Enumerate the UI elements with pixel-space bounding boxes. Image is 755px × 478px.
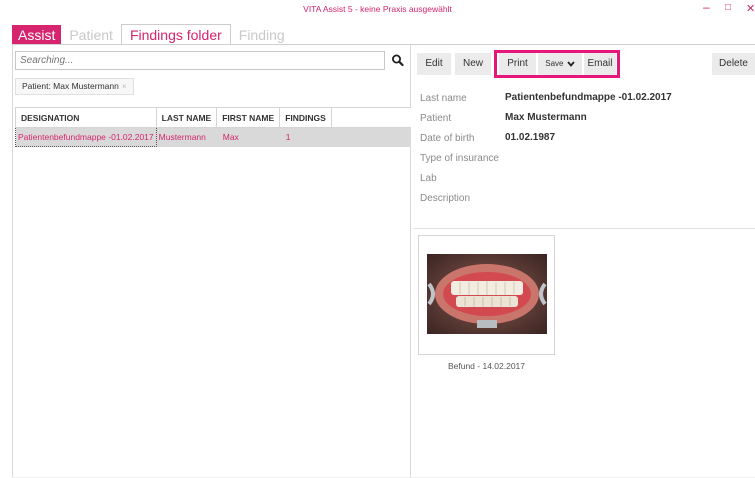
delete-button[interactable]: Delete <box>712 53 755 75</box>
main-tabs: Assist Patient Findings folder Finding <box>12 24 293 45</box>
cell-first-name: Max <box>216 127 280 147</box>
column-header-findings[interactable]: FINDINGS <box>279 107 333 128</box>
dental-photo-image <box>427 254 547 334</box>
column-header-empty <box>331 107 411 128</box>
tab-findings-folder[interactable]: Findings folder <box>120 24 231 45</box>
label-last-name: Last name <box>420 93 467 104</box>
findings-folder-table: DESIGNATION LAST NAME FIRST NAME FINDING… <box>15 107 411 147</box>
value-last-name: Patientenbefundmappe -01.02.2017 <box>505 92 672 103</box>
search-input[interactable] <box>15 51 385 70</box>
save-dropdown-button[interactable]: Save <box>538 53 582 75</box>
label-description: Description <box>420 193 471 204</box>
column-header-first-name[interactable]: FIRST NAME <box>216 107 281 128</box>
save-label: Save <box>545 59 564 68</box>
cell-empty <box>331 127 411 147</box>
finding-thumbnail[interactable] <box>418 235 555 355</box>
remove-filter-icon[interactable]: × <box>122 81 127 91</box>
finding-thumbnail-caption: Befund - 14.02.2017 <box>447 361 526 371</box>
patient-filter-chip[interactable]: Patient: Max Mustermann × <box>15 78 134 95</box>
tab-patient[interactable]: Patient <box>61 25 121 45</box>
findings-folder-detail-panel: Edit New Print Save Email Delete Last na… <box>413 45 755 478</box>
detail-divider <box>413 228 755 229</box>
tab-assist[interactable]: Assist <box>12 25 62 45</box>
cell-last-name: Mustermann <box>156 127 217 147</box>
new-button[interactable]: New <box>455 53 491 75</box>
label-type-of-insurance: Type of insurance <box>420 153 499 164</box>
cell-findings: 1 <box>279 127 332 147</box>
table-header-row: DESIGNATION LAST NAME FIRST NAME FINDING… <box>15 107 411 128</box>
label-date-of-birth: Date of birth <box>420 133 475 144</box>
app-window: VITA Assist 5 - keine Praxis ausgewählt … <box>0 0 755 478</box>
maximize-icon[interactable]: □ <box>725 2 731 13</box>
column-header-designation[interactable]: DESIGNATION <box>15 107 157 128</box>
close-icon[interactable]: ✕ <box>746 2 755 15</box>
label-patient: Patient <box>420 113 452 124</box>
minimize-icon[interactable]: – <box>703 0 710 14</box>
column-header-last-name[interactable]: LAST NAME <box>155 107 218 128</box>
table-row[interactable]: Patientenbefundmappe -01.02.2017 Musterm… <box>15 127 411 147</box>
edit-button[interactable]: Edit <box>417 53 451 75</box>
search-icon[interactable] <box>390 51 406 70</box>
chevron-down-icon <box>567 61 575 67</box>
window-title: VITA Assist 5 - keine Praxis ausgewählt <box>303 4 452 14</box>
print-button[interactable]: Print <box>499 53 536 75</box>
value-date-of-birth: 01.02.1987 <box>505 132 556 143</box>
label-lab: Lab <box>420 173 437 184</box>
value-patient: Max Mustermann <box>505 112 587 123</box>
patient-filter-label: Patient: Max Mustermann <box>22 81 119 91</box>
title-bar: VITA Assist 5 - keine Praxis ausgewählt … <box>0 0 755 24</box>
findings-folder-list-panel: Patient: Max Mustermann× DESIGNATION LAS… <box>12 45 411 478</box>
tab-finding[interactable]: Finding <box>231 25 293 45</box>
email-button[interactable]: Email <box>584 53 616 75</box>
cell-designation: Patientenbefundmappe -01.02.2017 <box>15 127 157 147</box>
